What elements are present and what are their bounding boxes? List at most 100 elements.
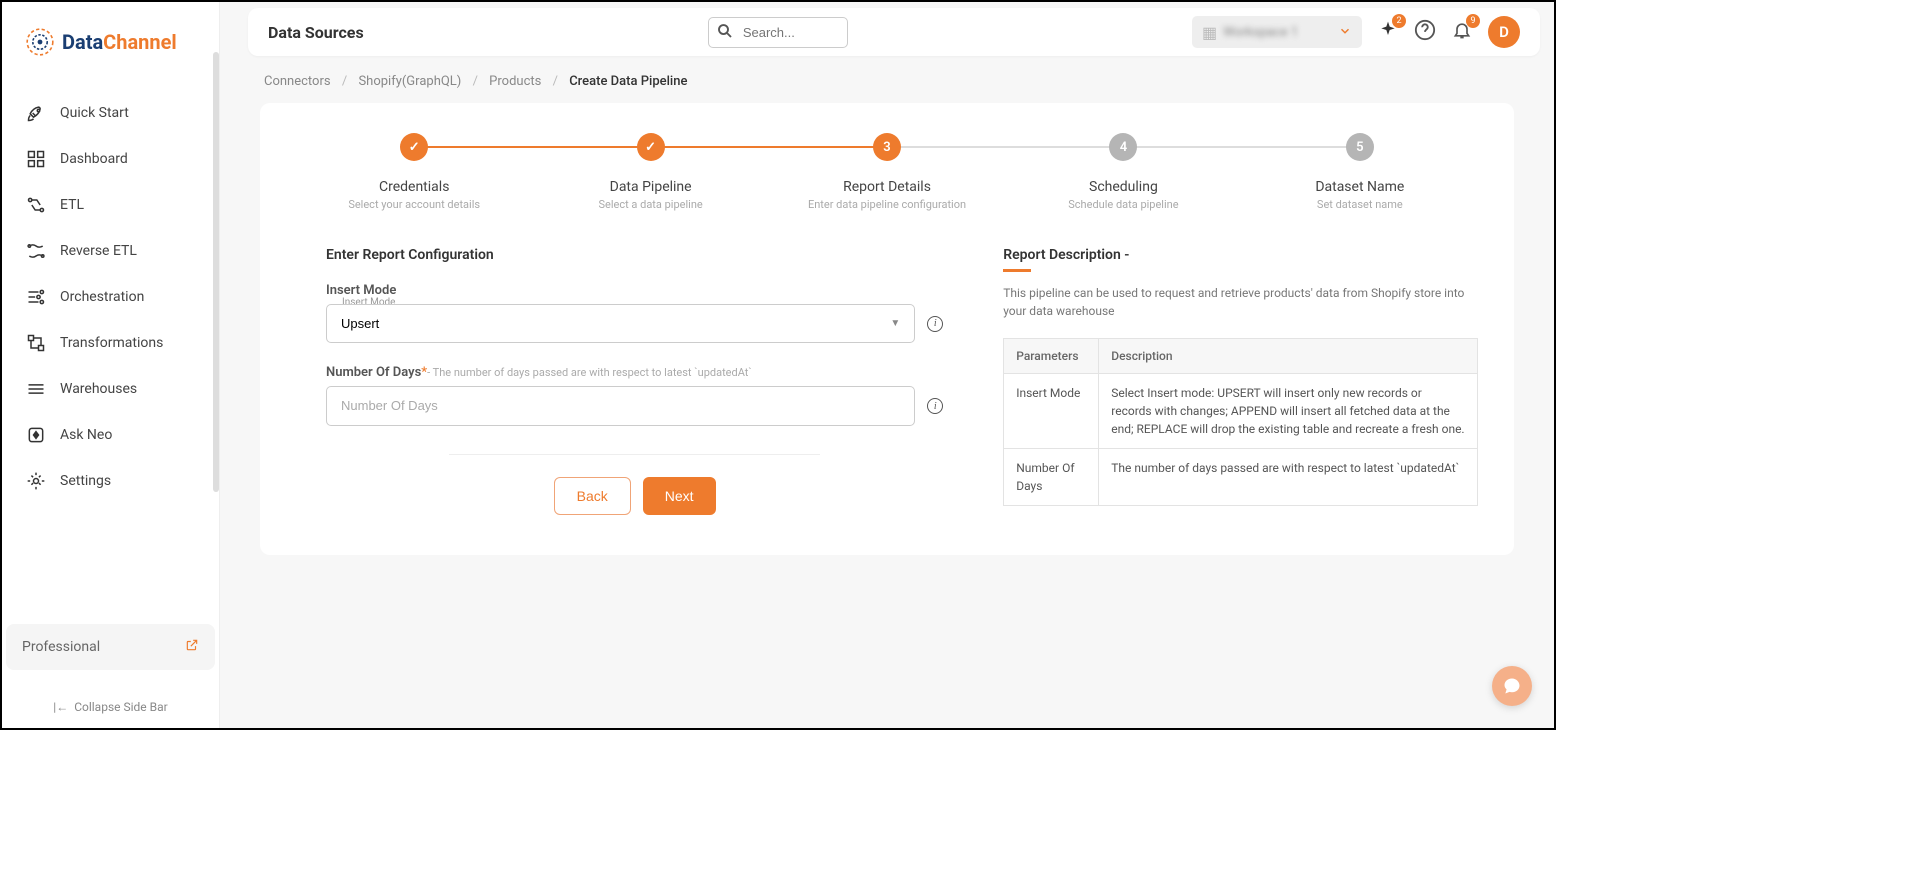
sidebar-item-label: Dashboard: [60, 151, 128, 167]
info-icon[interactable]: i: [927, 398, 943, 414]
page-title: Data Sources: [268, 23, 364, 42]
reverse-etl-icon: [26, 241, 46, 261]
step-number: 5: [1346, 133, 1374, 161]
breadcrumb: Connectors / Shopify(GraphQL) / Products…: [220, 56, 1554, 99]
sidebar-item-label: Transformations: [60, 335, 163, 351]
step-title: Dataset Name: [1242, 179, 1478, 195]
step-sub: Enter data pipeline configuration: [769, 198, 1005, 211]
table-cell: Insert Mode: [1004, 374, 1099, 449]
breadcrumb-item[interactable]: Products: [489, 74, 541, 89]
step-scheduling[interactable]: 4SchedulingSchedule data pipeline: [1005, 133, 1241, 211]
chevron-down-icon: [1338, 23, 1352, 42]
external-link-icon: [185, 638, 199, 656]
dashboard-icon: [26, 149, 46, 169]
sparkle-badge: 2: [1392, 14, 1406, 28]
description-text: This pipeline can be used to request and…: [1003, 284, 1478, 320]
table-row: Number Of Days The number of days passed…: [1004, 449, 1478, 506]
sidebar-item-label: Orchestration: [60, 289, 144, 305]
step-title: Data Pipeline: [532, 179, 768, 195]
breadcrumb-sep: /: [473, 74, 478, 89]
table-cell: Select Insert mode: UPSERT will insert o…: [1099, 374, 1478, 449]
breadcrumb-item[interactable]: Shopify(GraphQL): [358, 74, 461, 89]
scrollbar[interactable]: [213, 52, 219, 492]
info-icon[interactable]: i: [927, 316, 943, 332]
sidebar-item-quick-start[interactable]: Quick Start: [14, 90, 207, 136]
dropdown-triangle-icon: ▼: [890, 318, 900, 329]
logo[interactable]: DataChannel: [2, 2, 219, 82]
step-check-icon: ✓: [637, 133, 665, 161]
help-button[interactable]: [1414, 19, 1436, 45]
workspace-icon: ▦: [1202, 23, 1217, 42]
chat-icon: [1502, 676, 1522, 696]
table-header: Parameters: [1004, 339, 1099, 374]
description-underline: [1003, 269, 1031, 272]
plan-badge[interactable]: Professional: [6, 624, 215, 670]
field-label-insert-mode: Insert Mode: [326, 283, 943, 298]
warehouse-icon: [26, 379, 46, 399]
step-title: Credentials: [296, 179, 532, 195]
gear-icon: [26, 471, 46, 491]
table-header: Description: [1099, 339, 1478, 374]
logo-text-1: Data: [62, 30, 103, 54]
table-cell: The number of days passed are with respe…: [1099, 449, 1478, 506]
sidebar-item-label: Quick Start: [60, 105, 129, 121]
field-label-num-days: Number Of Days*- The number of days pass…: [326, 365, 943, 380]
bell-badge: 9: [1466, 14, 1480, 28]
breadcrumb-item[interactable]: Connectors: [264, 74, 331, 89]
insert-mode-value: [341, 316, 890, 331]
help-icon: [1414, 19, 1436, 41]
sidebar-item-dashboard[interactable]: Dashboard: [14, 136, 207, 182]
sidebar-item-etl[interactable]: ETL: [14, 182, 207, 228]
workspace-name: Workspace 1: [1223, 25, 1338, 40]
sidebar-item-ask-neo[interactable]: Ask Neo: [14, 412, 207, 458]
back-button[interactable]: Back: [554, 477, 631, 515]
sidebar-item-label: Warehouses: [60, 381, 137, 397]
topbar: Data Sources ▦ Workspace 1 2: [248, 8, 1540, 56]
rocket-icon: [26, 103, 46, 123]
ask-neo-icon: [26, 425, 46, 445]
insert-mode-select[interactable]: ▼: [326, 304, 915, 343]
step-check-icon: ✓: [400, 133, 428, 161]
step-sub: Select a data pipeline: [532, 198, 768, 211]
content-card: ✓CredentialsSelect your account details …: [260, 103, 1514, 555]
user-avatar[interactable]: D: [1488, 16, 1520, 48]
num-days-input-wrap: [326, 386, 915, 426]
sidebar-item-label: Settings: [60, 473, 111, 489]
sidebar-item-warehouses[interactable]: Warehouses: [14, 366, 207, 412]
sidebar-item-reverse-etl[interactable]: Reverse ETL: [14, 228, 207, 274]
notifications-button[interactable]: 9: [1452, 20, 1472, 44]
sparkle-button[interactable]: 2: [1378, 20, 1398, 44]
breadcrumb-current: Create Data Pipeline: [569, 74, 687, 89]
step-report-details[interactable]: 3 Report Details Enter data pipeline confi…: [769, 133, 1005, 211]
chat-fab[interactable]: [1492, 666, 1532, 706]
step-credentials[interactable]: ✓ Credentials Select your account details: [296, 133, 532, 211]
step-sub: Select your account details: [296, 198, 532, 211]
search-icon: [716, 22, 734, 44]
sidebar-item-label: Ask Neo: [60, 427, 112, 443]
sidebar: DataChannel Quick Start Dashboard ETL Re…: [2, 2, 220, 728]
collapse-sidebar-button[interactable]: |← Collapse Side Bar: [2, 686, 219, 728]
transformations-icon: [26, 333, 46, 353]
step-sub: Set dataset name: [1242, 198, 1478, 211]
sidebar-item-label: ETL: [60, 197, 84, 213]
sidebar-item-label: Reverse ETL: [60, 243, 137, 259]
breadcrumb-sep: /: [342, 74, 347, 89]
step-dataset-name[interactable]: 5 Dataset Name Set dataset name: [1242, 133, 1478, 211]
sidebar-item-settings[interactable]: Settings: [14, 458, 207, 504]
sidebar-item-transformations[interactable]: Transformations: [14, 320, 207, 366]
stepper: ✓CredentialsSelect your account details …: [296, 133, 1478, 211]
table-cell: Number Of Days: [1004, 449, 1099, 506]
sidebar-item-orchestration[interactable]: Orchestration: [14, 274, 207, 320]
logo-text-2: Channel: [103, 30, 177, 54]
action-row: Back Next: [449, 454, 819, 515]
step-title: Report Details: [769, 179, 1005, 195]
step-title: Scheduling: [1005, 179, 1241, 195]
logo-icon: [24, 26, 56, 58]
next-button[interactable]: Next: [643, 477, 716, 515]
num-days-input[interactable]: [341, 398, 900, 413]
workspace-dropdown[interactable]: ▦ Workspace 1: [1192, 16, 1362, 48]
step-data-pipeline[interactable]: ✓ Data Pipeline Select a data pipeline: [532, 133, 768, 211]
description-table: Parameters Description Insert Mode Selec…: [1003, 338, 1478, 506]
step-sub: Schedule data pipeline: [1005, 198, 1241, 211]
step-number: 3: [873, 133, 901, 161]
